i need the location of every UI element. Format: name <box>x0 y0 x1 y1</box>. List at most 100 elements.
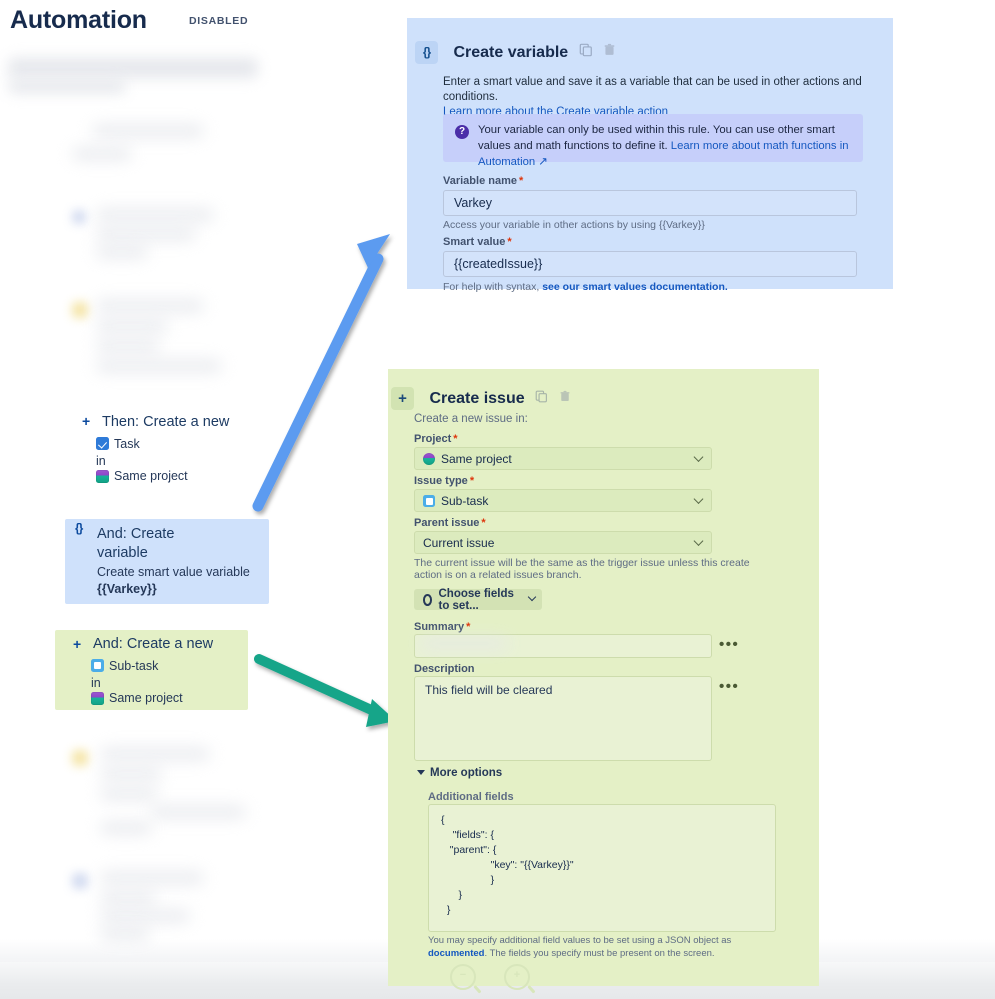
choose-fields-label: Choose fields to set... <box>438 587 514 612</box>
redacted-step-6-icon <box>72 873 88 889</box>
redacted-rule-step-6-line-4 <box>100 928 150 940</box>
label-text: Smart value <box>443 236 506 248</box>
description-label: Description <box>414 663 475 675</box>
parent-issue-select[interactable]: Current issue <box>414 531 712 554</box>
description-input[interactable]: This field will be cleared <box>414 676 712 761</box>
issue-type-label: Issue type * <box>414 475 474 487</box>
redacted-step-3-icon <box>72 302 88 318</box>
chevron-down-icon <box>693 535 704 546</box>
rule-step-in-label: in <box>96 454 106 468</box>
summary-more-actions[interactable]: ••• <box>719 636 739 653</box>
plus-badge-icon[interactable]: + <box>391 387 414 410</box>
rule-step-and-create-variable[interactable]: {} And: Create variable Create smart val… <box>65 519 269 604</box>
plus-icon[interactable]: + <box>82 414 90 428</box>
create-issue-panel: + Create issue Create a new issue in: Pr… <box>388 369 819 990</box>
create-variable-panel: {} Create variable Enter a smart value a… <box>407 18 893 293</box>
project-globe-icon <box>96 470 109 483</box>
rule-step-headline: Then: Create a new <box>102 414 230 430</box>
status-badge: DISABLED <box>189 15 249 27</box>
rule-step-project-label: Same project <box>109 691 183 705</box>
redacted-rule-step-5-line-1 <box>100 748 210 760</box>
gear-icon <box>423 593 433 606</box>
variable-name-value: Varkey <box>454 196 492 210</box>
question-mark-icon: ? <box>455 125 469 139</box>
description-value: This field will be cleared <box>425 683 553 697</box>
smart-value-input[interactable]: {{createdIssue}} <box>443 251 857 277</box>
subtask-icon <box>91 659 104 672</box>
redacted-rule-step-1-line-2 <box>72 148 132 160</box>
smart-value-label: Smart value * <box>443 236 512 248</box>
variable-name-input[interactable]: Varkey <box>443 190 857 216</box>
required-marker: * <box>481 517 486 529</box>
project-label: Project * <box>414 433 458 445</box>
panel-title: Create variable <box>453 43 569 61</box>
info-callout: ? Your variable can only be used within … <box>443 114 863 168</box>
rule-step-project-label: Same project <box>114 469 188 483</box>
smart-value-hint: For help with syntax, see our smart valu… <box>443 281 728 293</box>
redacted-rule-step-5-line-2 <box>100 768 162 780</box>
redacted-rule-step-3-line-1 <box>96 300 204 312</box>
required-marker: * <box>469 475 475 487</box>
label-text: Variable name <box>443 175 517 187</box>
screenshot-root: Automation DISABLED + Then: Create a new… <box>0 0 995 999</box>
rule-step-headline: And: Create a new <box>93 636 214 652</box>
rule-step-then-create-task[interactable]: + Then: Create a new Task in Same projec… <box>68 413 268 489</box>
page-title: Automation <box>10 6 147 34</box>
required-marker: * <box>519 175 524 187</box>
curly-braces-badge-icon: {} <box>415 41 438 64</box>
trash-icon[interactable] <box>559 390 571 408</box>
project-globe-icon <box>423 452 435 465</box>
parent-issue-value: Current issue <box>423 535 495 550</box>
additional-fields-json-input[interactable]: { "fields": { "parent": { "key": "{{Vark… <box>428 804 776 932</box>
redacted-rule-name <box>8 58 258 78</box>
project-select[interactable]: Same project <box>414 447 712 470</box>
trash-icon[interactable] <box>603 43 616 62</box>
rule-step-detail-line: Create smart value variable <box>97 565 250 579</box>
redacted-rule-step-3-line-2 <box>96 320 168 332</box>
issue-type-select[interactable]: Sub-task <box>414 489 712 512</box>
hint-prefix: For help with syntax, <box>443 281 543 293</box>
smart-value-value: {{createdIssue}} <box>454 257 543 271</box>
smart-values-doc-link[interactable]: see our smart values documentation. <box>542 281 728 293</box>
rule-step-and-create-subtask[interactable]: + And: Create a new Sub-task in Same pro… <box>55 630 248 710</box>
redacted-rule-step-1-line-1 <box>92 125 204 137</box>
rule-step-headline: And: Create variable <box>97 526 175 561</box>
zoom-out-icon[interactable]: − <box>450 964 476 990</box>
description-more-actions[interactable]: ••• <box>719 678 739 695</box>
variable-name-label: Variable name * <box>443 175 523 187</box>
variable-name-hint: Access your variable in other actions by… <box>443 219 705 231</box>
redacted-rule-step-6-line-2 <box>100 892 156 904</box>
redacted-rule-step-3-line-3 <box>96 340 160 352</box>
curly-braces-icon[interactable]: {} <box>75 521 83 535</box>
more-options-toggle[interactable]: More options <box>417 767 502 779</box>
required-marker: * <box>453 433 458 445</box>
rule-step-type-label: Sub-task <box>109 659 159 673</box>
redacted-rule-step-5-line-4 <box>150 806 246 818</box>
zoom-in-icon[interactable]: + <box>504 964 530 990</box>
label-text: Issue type <box>414 475 468 487</box>
summary-label: Summary * <box>414 621 470 633</box>
label-text: Project <box>414 433 452 445</box>
redacted-rule-step-3-line-4 <box>96 360 222 372</box>
parent-issue-label: Parent issue * <box>414 517 486 529</box>
panel-title: Create issue <box>429 389 525 407</box>
plus-icon[interactable]: + <box>73 637 81 651</box>
create-variable-title-row: {} Create variable <box>415 41 616 64</box>
redacted-rule-step-5-line-5 <box>100 822 152 834</box>
required-marker: * <box>466 621 471 633</box>
chevron-down-icon <box>693 493 704 504</box>
chevron-down-icon <box>417 770 425 776</box>
copy-icon[interactable] <box>535 390 548 408</box>
create-issue-subtitle: Create a new issue in: <box>414 413 528 425</box>
project-globe-icon <box>91 692 104 705</box>
rule-step-type-label: Task <box>114 437 140 451</box>
redacted-step-5-icon <box>72 750 88 766</box>
redacted-rule-step-6-line-3 <box>100 910 190 922</box>
redacted-rule-step-2-line-2 <box>96 228 196 240</box>
documented-link[interactable]: documented <box>428 948 484 959</box>
copy-icon[interactable] <box>579 43 593 62</box>
issue-type-value: Sub-task <box>441 493 489 508</box>
redacted-rule-step-5-line-3 <box>100 788 158 800</box>
subtask-icon <box>423 494 435 507</box>
choose-fields-button[interactable]: Choose fields to set... <box>414 587 542 612</box>
